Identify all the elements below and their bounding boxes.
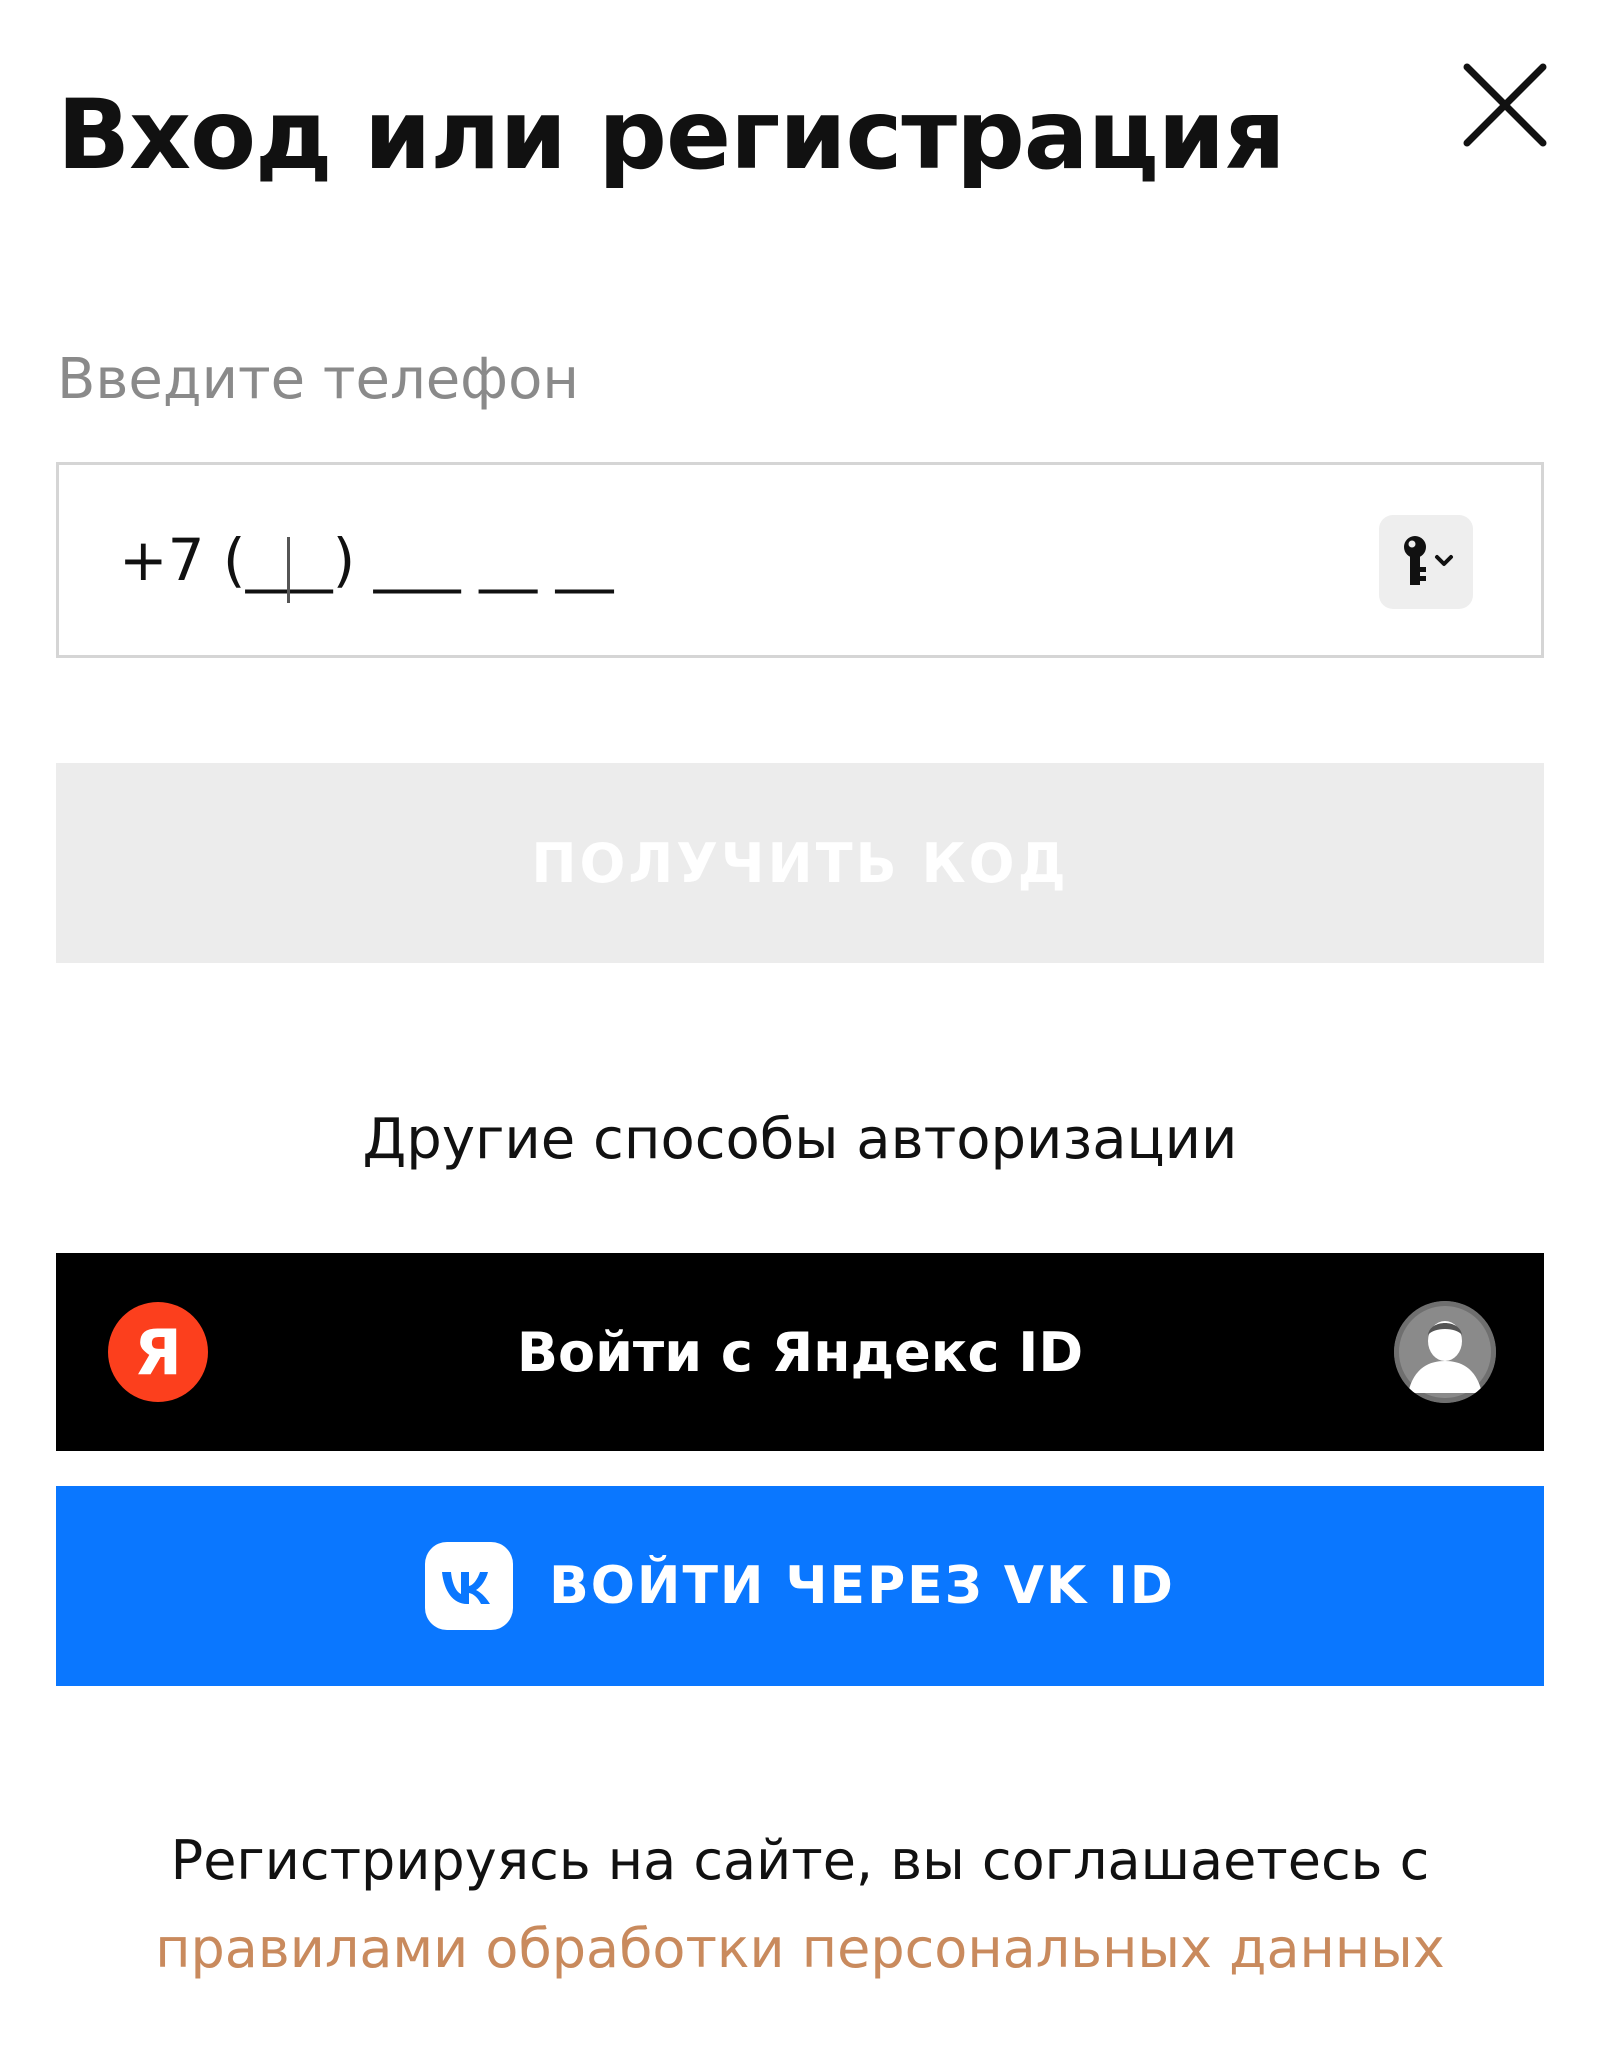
other-methods-heading: Другие способы авторизации [362,1107,1238,1172]
get-code-button[interactable]: Получить код [56,763,1544,963]
vk-id-button[interactable]: Войти через VK ID [56,1486,1544,1686]
phone-label: Введите телефон [57,347,579,412]
yandex-logo-icon: Я [108,1302,208,1402]
text-caret [287,537,290,603]
yandex-id-button[interactable]: Войти с Яндекс ID Я [56,1253,1544,1451]
consent-text: Регистрируясь на сайте, вы соглашаетесь … [170,1829,1430,1892]
key-icon [1404,536,1453,585]
close-button[interactable] [1455,55,1555,155]
phone-field[interactable] [56,462,1544,658]
yandex-id-label: Войти с Яндекс ID [516,1320,1084,1384]
vk-logo-icon [425,1542,514,1630]
close-icon [1463,63,1547,147]
consent-text-block: Регистрируясь на сайте, вы соглашаетесь … [0,1817,1600,1993]
password-manager-button[interactable] [1379,515,1473,609]
user-avatar-icon [1394,1301,1496,1403]
modal-title: Вход или регистрация [57,79,1286,191]
phone-input[interactable] [119,505,1279,615]
vk-id-label: Войти через VK ID [549,1556,1175,1616]
privacy-policy-link[interactable]: правилами обработки персональных данных [155,1917,1445,1980]
auth-modal: Вход или регистрация Введите телефон Пол… [0,0,1600,2049]
